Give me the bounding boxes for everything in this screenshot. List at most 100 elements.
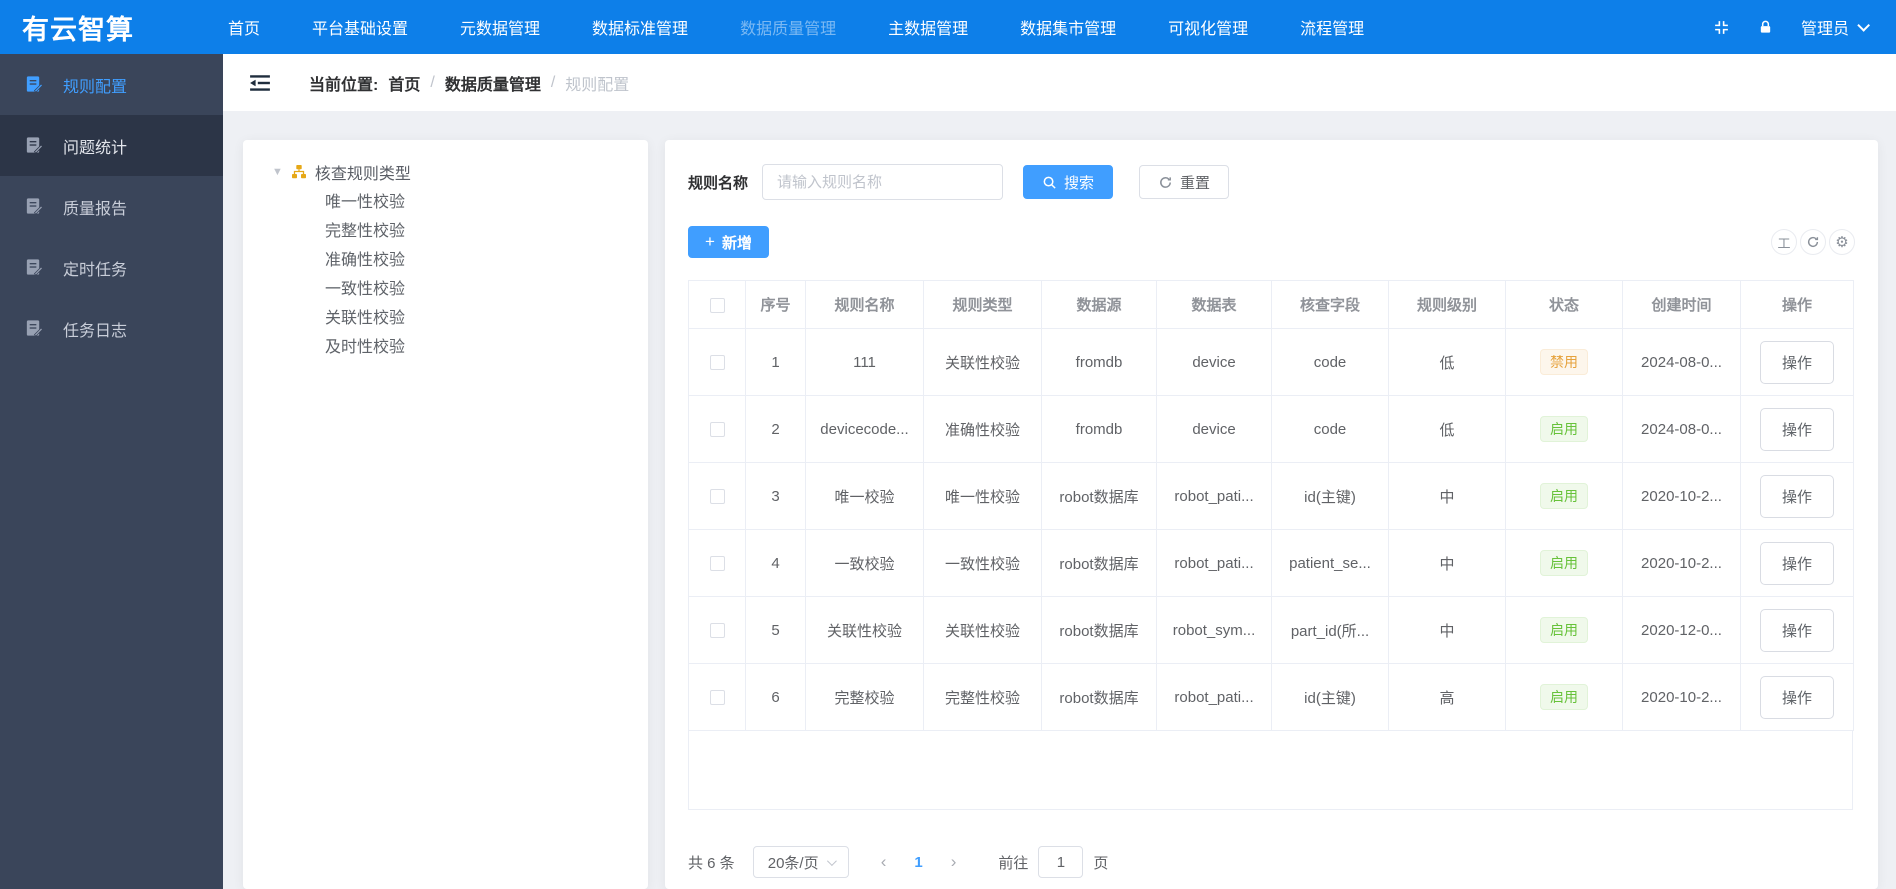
tree-item-accuracy[interactable]: 准确性校验: [243, 246, 648, 275]
sidebar-item-scheduled-task[interactable]: 定时任务: [0, 237, 223, 298]
fullscreen-icon[interactable]: [1713, 18, 1731, 36]
sidebar-item-label: 规则配置: [63, 78, 128, 96]
cell-data-source: robot数据库: [1041, 663, 1157, 731]
col-header-rule-name: 规则名称: [805, 280, 924, 329]
user-name: 管理员: [1800, 21, 1849, 38]
nav-item-data-mart[interactable]: 数据集市管理: [1020, 15, 1116, 39]
pagination: 共 6 条 20条/页 ‹ 1 › 前往 页: [688, 846, 1855, 878]
status-badge: 启用: [1540, 684, 1588, 710]
row-height-icon[interactable]: 工: [1771, 229, 1797, 255]
nav-item-visualization[interactable]: 可视化管理: [1168, 15, 1248, 39]
cell-no: 3: [745, 462, 806, 530]
nav-item-data-standard[interactable]: 数据标准管理: [592, 15, 688, 39]
cell-created-time: 2024-08-0...: [1622, 395, 1741, 463]
sidebar-item-rule-config[interactable]: 规则配置: [0, 54, 223, 115]
row-checkbox[interactable]: [709, 623, 725, 639]
cell-data-table: device: [1156, 328, 1272, 396]
cell-rule-type: 关联性校验: [923, 596, 1042, 664]
cell-rule-type: 准确性校验: [923, 395, 1042, 463]
sidebar-item-label: 任务日志: [63, 322, 128, 340]
tree-item-completeness[interactable]: 完整性校验: [243, 217, 648, 246]
cell-no: 6: [745, 663, 806, 731]
cell-data-source: robot数据库: [1041, 596, 1157, 664]
nav-item-home[interactable]: 首页: [228, 15, 260, 39]
caret-down-icon[interactable]: ▼: [272, 166, 283, 178]
document-edit-icon: [24, 75, 43, 94]
lock-icon[interactable]: [1757, 18, 1775, 36]
search-button-label: 搜索: [1064, 174, 1095, 192]
select-all-checkbox[interactable]: [709, 297, 725, 313]
document-edit-icon: [24, 258, 43, 277]
prev-page-button[interactable]: ‹: [865, 852, 903, 872]
cell-data-table: robot_pati...: [1156, 663, 1272, 731]
cell-check-field: code: [1271, 395, 1389, 463]
breadcrumb-bar: 当前位置: 首页 / 数据质量管理 / 规则配置: [223, 54, 1896, 111]
rule-name-input[interactable]: [762, 164, 1004, 200]
cell-rule-name: 一致校验: [805, 529, 924, 597]
row-checkbox[interactable]: [709, 690, 725, 706]
row-action-button[interactable]: 操作: [1759, 340, 1834, 384]
pagination-total: 共 6 条: [688, 854, 735, 872]
sidebar-item-task-log[interactable]: 任务日志: [0, 298, 223, 359]
cell-data-table: robot_pati...: [1156, 462, 1272, 530]
sidebar-item-issue-stats[interactable]: 问题统计: [0, 115, 223, 176]
col-header-rule-level: 规则级别: [1388, 280, 1506, 329]
row-checkbox[interactable]: [709, 422, 725, 438]
table-empty-area: [688, 731, 1853, 810]
nav-item-data-quality[interactable]: 数据质量管理: [740, 15, 836, 39]
navbar-right: 管理员: [1713, 15, 1896, 39]
goto-page-suffix: 页: [1093, 854, 1109, 872]
goto-page: 前往 页: [998, 846, 1108, 878]
main-nav: 首页 平台基础设置 元数据管理 数据标准管理 数据质量管理 主数据管理 数据集市…: [228, 15, 1364, 39]
status-badge: 启用: [1540, 416, 1588, 442]
refresh-icon[interactable]: [1800, 229, 1826, 255]
add-button[interactable]: + 新增: [688, 226, 769, 258]
current-page[interactable]: 1: [902, 854, 934, 871]
nav-item-metadata[interactable]: 元数据管理: [460, 15, 540, 39]
table-row: 1 111 关联性校验 fromdb device code 低 禁用 2024…: [688, 328, 1854, 396]
breadcrumb-item-home[interactable]: 首页: [388, 71, 420, 95]
tree-item-relevance[interactable]: 关联性校验: [243, 304, 648, 333]
breadcrumb-item-data-quality[interactable]: 数据质量管理: [445, 71, 541, 95]
row-action-button[interactable]: 操作: [1759, 675, 1834, 719]
cell-data-table: robot_sym...: [1156, 596, 1272, 664]
breadcrumb-prefix: 当前位置:: [309, 76, 379, 94]
sidebar-collapse-icon[interactable]: [249, 73, 273, 93]
row-checkbox[interactable]: [709, 556, 725, 572]
sidebar-item-quality-report[interactable]: 质量报告: [0, 176, 223, 237]
gear-icon[interactable]: ⚙: [1829, 229, 1855, 255]
page-size-select[interactable]: 20条/页: [752, 846, 849, 878]
cell-data-table: robot_pati...: [1156, 529, 1272, 597]
add-button-label: 新增: [721, 234, 752, 252]
search-button[interactable]: 搜索: [1023, 165, 1114, 199]
row-action-button[interactable]: 操作: [1759, 474, 1834, 518]
refresh-icon: [1158, 175, 1173, 190]
table-toolbar: + 新增 工 ⚙: [688, 226, 1855, 258]
cell-rule-level: 中: [1388, 462, 1506, 530]
user-menu[interactable]: 管理员: [1800, 15, 1870, 39]
row-checkbox[interactable]: [709, 489, 725, 505]
cell-check-field: id(主键): [1271, 663, 1389, 731]
goto-label: 前往: [998, 854, 1029, 872]
tree-item-uniqueness[interactable]: 唯一性校验: [243, 188, 648, 217]
cell-rule-type: 一致性校验: [923, 529, 1042, 597]
cell-rule-name: 关联性校验: [805, 596, 924, 664]
org-chart-icon: [291, 164, 307, 180]
nav-item-master-data[interactable]: 主数据管理: [888, 15, 968, 39]
reset-button[interactable]: 重置: [1139, 165, 1230, 199]
table-tools: 工 ⚙: [1771, 229, 1855, 255]
cell-created-time: 2020-10-2...: [1622, 529, 1741, 597]
row-action-button[interactable]: 操作: [1759, 407, 1834, 451]
row-checkbox[interactable]: [709, 355, 725, 371]
tree-item-timeliness[interactable]: 及时性校验: [243, 333, 648, 362]
nav-item-workflow[interactable]: 流程管理: [1300, 15, 1364, 39]
cell-created-time: 2024-08-0...: [1622, 328, 1741, 396]
next-page-button[interactable]: ›: [935, 852, 973, 872]
tree-root-node[interactable]: ▼ 核查规则类型: [243, 156, 648, 188]
tree-item-consistency[interactable]: 一致性校验: [243, 275, 648, 304]
document-edit-icon: [24, 136, 43, 155]
row-action-button[interactable]: 操作: [1759, 608, 1834, 652]
nav-item-platform-settings[interactable]: 平台基础设置: [312, 15, 408, 39]
goto-page-input[interactable]: [1038, 846, 1084, 878]
row-action-button[interactable]: 操作: [1759, 541, 1834, 585]
